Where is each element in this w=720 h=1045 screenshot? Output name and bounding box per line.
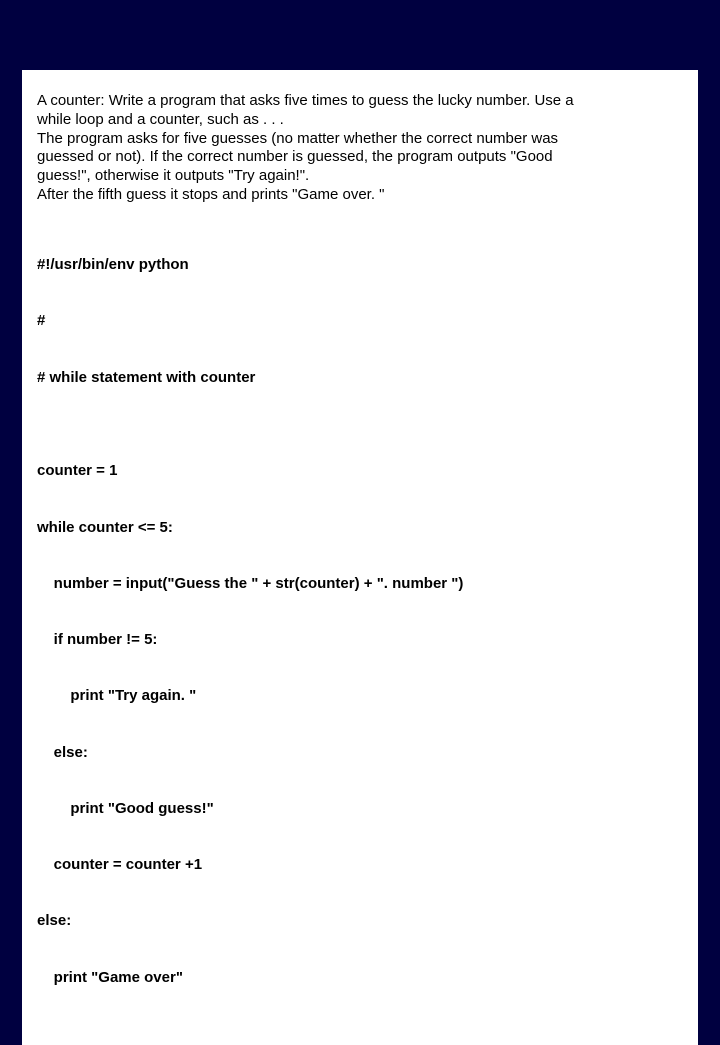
code-line: print "Good guess!" (37, 800, 683, 819)
code-line: if number != 5: (37, 631, 683, 650)
code-line: #!/usr/bin/env python (37, 256, 683, 275)
prose-line: The program asks for five guesses (no ma… (37, 130, 683, 149)
code-line: counter = counter +1 (37, 856, 683, 875)
prose-line: while loop and a counter, such as . . . (37, 111, 683, 130)
prose-line: After the fifth guess it stops and print… (37, 186, 683, 205)
code-line: number = input("Guess the " + str(counte… (37, 575, 683, 594)
prose-line: A counter: Write a program that asks fiv… (37, 92, 683, 111)
code-line: # (37, 312, 683, 331)
code-line: else: (37, 744, 683, 763)
code-line: else: (37, 912, 683, 931)
code-block: #!/usr/bin/env python # # while statemen… (37, 219, 683, 1025)
document-page: A counter: Write a program that asks fiv… (22, 70, 698, 1045)
code-line: # while statement with counter (37, 369, 683, 388)
problem-description: A counter: Write a program that asks fiv… (37, 92, 683, 205)
code-line: print "Game over" (37, 969, 683, 988)
prose-line: guess!", otherwise it outputs "Try again… (37, 167, 683, 186)
code-line: counter = 1 (37, 462, 683, 481)
code-line: print "Try again. " (37, 687, 683, 706)
code-line: while counter <= 5: (37, 519, 683, 538)
prose-line: guessed or not). If the correct number i… (37, 148, 683, 167)
